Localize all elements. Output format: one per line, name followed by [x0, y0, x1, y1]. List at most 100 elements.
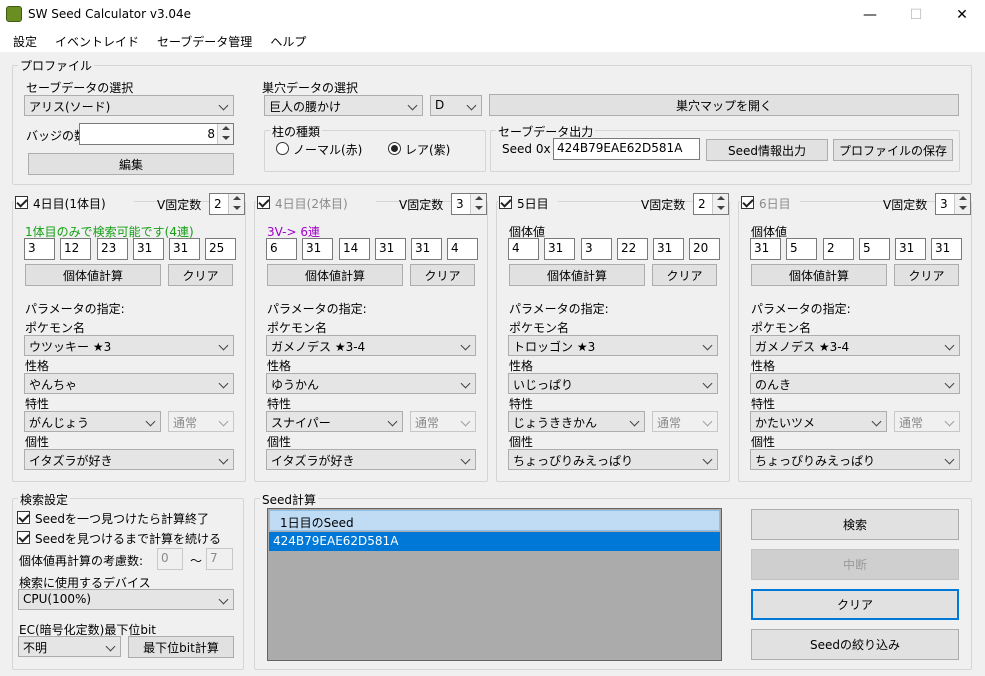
- iv-input[interactable]: 31: [169, 238, 200, 260]
- iv-clear-button[interactable]: クリア: [894, 264, 959, 286]
- spinner-arrows-icon[interactable]: [954, 194, 970, 214]
- nature-select[interactable]: やんちゃ: [24, 373, 234, 394]
- pokemon-select[interactable]: トロッゴン ★3: [508, 335, 718, 356]
- seed-result-list[interactable]: 1日目のSeed 424B79EAE62D581A: [267, 508, 722, 661]
- iv-input[interactable]: 23: [97, 238, 128, 260]
- iv-input[interactable]: 31: [895, 238, 926, 260]
- vfix-value: 2: [698, 197, 706, 211]
- iv-calc-button[interactable]: 個体値計算: [751, 264, 887, 286]
- panel-enable-checkbox[interactable]: [499, 196, 512, 209]
- iv-input[interactable]: 3: [24, 238, 55, 260]
- menu-settings[interactable]: 設定: [0, 30, 46, 52]
- stop-on-first-checkbox[interactable]: [17, 511, 30, 524]
- nature-select[interactable]: ゆうかん: [266, 373, 476, 394]
- characteristic-select[interactable]: ちょっぴりみえっぱり: [508, 449, 718, 470]
- iv-input[interactable]: 31: [411, 238, 442, 260]
- ability-select[interactable]: がんじょう: [24, 411, 161, 432]
- pokemon-select[interactable]: ガメノデス ★3-4: [266, 335, 476, 356]
- save-profile-button[interactable]: プロファイルの保存: [833, 139, 953, 161]
- reconsider-max-input[interactable]: 7: [206, 548, 233, 570]
- save-data-select[interactable]: アリス(ソード): [24, 95, 234, 116]
- ability-select[interactable]: スナイパー: [266, 411, 403, 432]
- iv-clear-button[interactable]: クリア: [410, 264, 475, 286]
- iv-input[interactable]: 25: [205, 238, 236, 260]
- iv-input[interactable]: 31: [931, 238, 962, 260]
- nature-label: 性格: [25, 359, 50, 373]
- ability-type-select[interactable]: 通常: [894, 411, 960, 432]
- nature-select[interactable]: いじっぱり: [508, 373, 718, 394]
- vfix-spinner[interactable]: 2: [209, 193, 245, 215]
- menu-event-raid[interactable]: イベントレイド: [46, 30, 148, 52]
- pillar-normal-radio[interactable]: [276, 142, 289, 155]
- iv-input[interactable]: 12: [60, 238, 91, 260]
- minimize-button[interactable]: —: [847, 0, 893, 30]
- pillar-normal-label: ノーマル(赤): [293, 143, 363, 157]
- characteristic-select[interactable]: ちょっぴりみえっぱり: [750, 449, 960, 470]
- iv-input[interactable]: 31: [375, 238, 406, 260]
- ability-select[interactable]: かたいツメ: [750, 411, 887, 432]
- iv-calc-button[interactable]: 個体値計算: [509, 264, 645, 286]
- ability-type-select[interactable]: 通常: [168, 411, 234, 432]
- iv-input[interactable]: 31: [133, 238, 164, 260]
- spinner-arrows-icon[interactable]: [217, 124, 233, 144]
- close-button[interactable]: ✕: [939, 0, 985, 30]
- vfix-spinner[interactable]: 3: [451, 193, 487, 215]
- den-rank-select[interactable]: D: [430, 95, 482, 116]
- reconsider-min-input[interactable]: 0: [157, 548, 183, 570]
- den-select[interactable]: 巨人の腰かけ: [264, 95, 423, 116]
- continue-until-found-checkbox[interactable]: [17, 531, 30, 544]
- vfix-spinner[interactable]: 2: [693, 193, 729, 215]
- iv-clear-button[interactable]: クリア: [652, 264, 717, 286]
- iv-input[interactable]: 3: [581, 238, 612, 260]
- iv-input[interactable]: 14: [339, 238, 370, 260]
- panel-enable-checkbox[interactable]: [741, 196, 754, 209]
- menu-save-data[interactable]: セーブデータ管理: [148, 30, 261, 52]
- ec-bit-calc-button[interactable]: 最下位bit計算: [128, 636, 234, 658]
- ec-bit-select[interactable]: 不明: [18, 636, 121, 657]
- iv-input[interactable]: 5: [786, 238, 817, 260]
- spinner-arrows-icon[interactable]: [228, 194, 244, 214]
- characteristic-select[interactable]: イタズラが好き: [266, 449, 476, 470]
- seed-list-header[interactable]: 1日目のSeed: [269, 510, 720, 531]
- pokemon-select[interactable]: ガメノデス ★3-4: [750, 335, 960, 356]
- spinner-arrows-icon[interactable]: [470, 194, 486, 214]
- device-select[interactable]: CPU(100%): [18, 589, 234, 610]
- iv-input[interactable]: 31: [653, 238, 684, 260]
- iv-calc-button[interactable]: 個体値計算: [25, 264, 161, 286]
- search-button[interactable]: 検索: [751, 509, 959, 540]
- iv-input[interactable]: 5: [859, 238, 890, 260]
- abort-button[interactable]: 中断: [751, 549, 959, 580]
- seed-input[interactable]: 424B79EAE62D581A: [553, 138, 700, 160]
- characteristic-select[interactable]: イタズラが好き: [24, 449, 234, 470]
- iv-input[interactable]: 31: [544, 238, 575, 260]
- iv-input[interactable]: 4: [447, 238, 478, 260]
- iv-input[interactable]: 31: [302, 238, 333, 260]
- badges-spinner[interactable]: 8: [79, 123, 234, 145]
- iv-input[interactable]: 31: [750, 238, 781, 260]
- ability-type-select[interactable]: 通常: [410, 411, 476, 432]
- panel-enable-checkbox[interactable]: [15, 196, 28, 209]
- maximize-button[interactable]: ☐: [893, 0, 939, 30]
- nature-select[interactable]: のんき: [750, 373, 960, 394]
- ability-type-select[interactable]: 通常: [652, 411, 718, 432]
- seed-list-row[interactable]: 424B79EAE62D581A: [269, 532, 720, 551]
- edit-button[interactable]: 編集: [28, 153, 234, 175]
- pokemon-select[interactable]: ウツッキー ★3: [24, 335, 234, 356]
- vfix-spinner[interactable]: 3: [935, 193, 971, 215]
- panel-enable-checkbox[interactable]: [257, 196, 270, 209]
- seed-info-output-button[interactable]: Seed情報出力: [706, 139, 828, 161]
- menu-help[interactable]: ヘルプ: [261, 30, 315, 52]
- spinner-arrows-icon[interactable]: [712, 194, 728, 214]
- iv-input[interactable]: 22: [617, 238, 648, 260]
- iv-calc-button[interactable]: 個体値計算: [267, 264, 403, 286]
- pillar-rare-radio[interactable]: [388, 142, 401, 155]
- ability-select[interactable]: じょうききかん: [508, 411, 645, 432]
- iv-clear-button[interactable]: クリア: [168, 264, 233, 286]
- open-den-map-button[interactable]: 巣穴マップを開く: [489, 94, 959, 116]
- iv-input[interactable]: 20: [689, 238, 720, 260]
- iv-input[interactable]: 2: [823, 238, 854, 260]
- clear-results-button[interactable]: クリア: [751, 589, 959, 620]
- narrow-seed-button[interactable]: Seedの絞り込み: [751, 629, 959, 660]
- iv-input[interactable]: 4: [508, 238, 539, 260]
- iv-input[interactable]: 6: [266, 238, 297, 260]
